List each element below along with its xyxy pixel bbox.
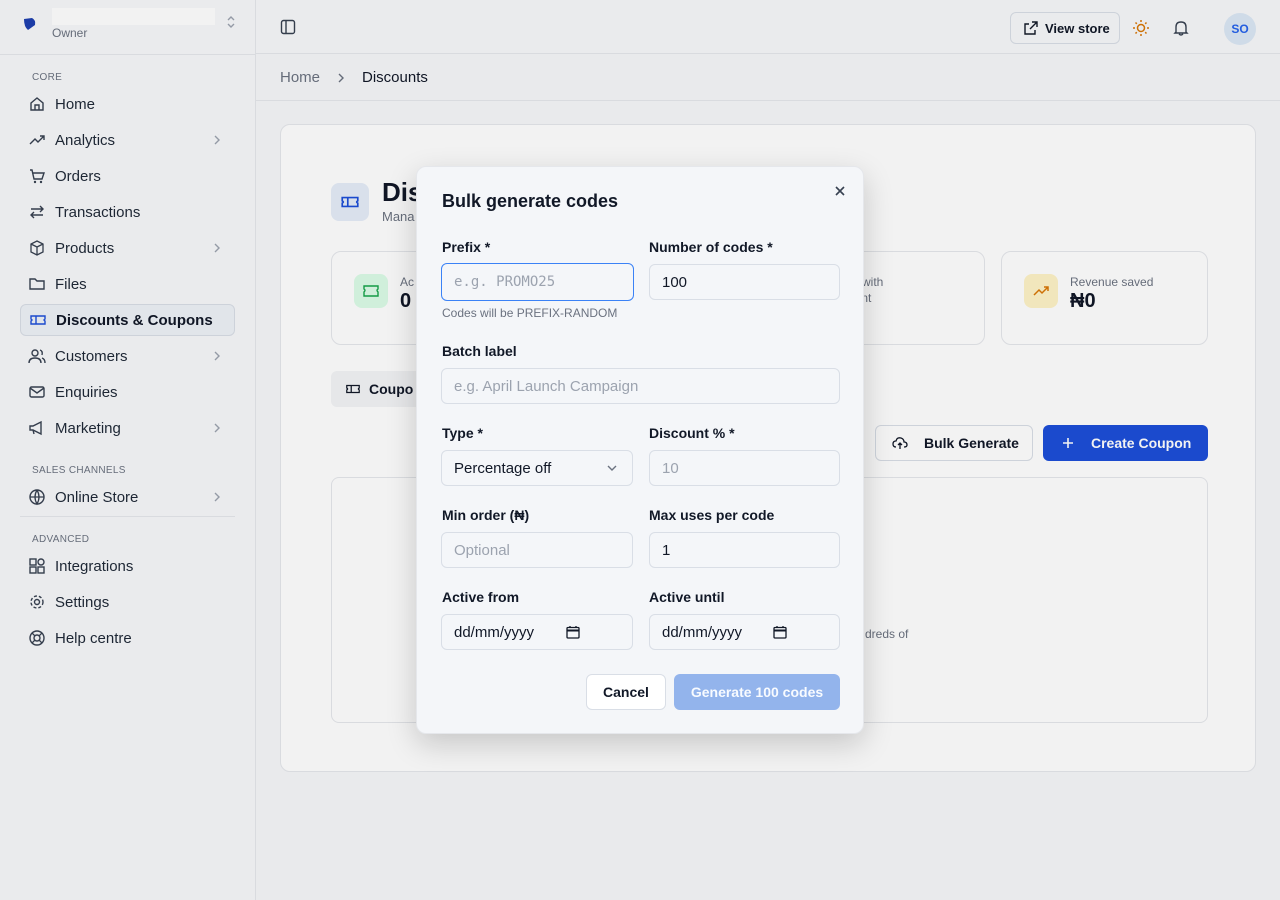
generate-codes-button[interactable]: Generate 100 codes <box>674 674 840 710</box>
number-of-codes-input[interactable]: 100 <box>649 264 840 300</box>
active-from-label: Active from <box>442 589 520 605</box>
batch-label-label: Batch label <box>442 343 517 359</box>
max-uses-input[interactable]: 1 <box>649 532 840 568</box>
number-of-codes-value: 100 <box>662 273 688 291</box>
number-of-codes-label: Number of codes * <box>649 239 773 255</box>
close-icon[interactable] <box>833 184 847 198</box>
calendar-icon[interactable] <box>566 625 580 639</box>
min-order-input[interactable]: Optional <box>441 532 633 568</box>
bulk-generate-dialog: Bulk generate codes Prefix * e.g. PROMO2… <box>416 166 864 734</box>
max-uses-label: Max uses per code <box>649 507 775 523</box>
max-uses-value: 1 <box>662 541 671 559</box>
calendar-icon[interactable] <box>773 625 787 639</box>
dialog-title: Bulk generate codes <box>442 191 619 211</box>
discount-percent-placeholder: 10 <box>662 459 679 477</box>
prefix-placeholder: e.g. PROMO25 <box>454 274 556 290</box>
chevron-down-icon <box>607 465 617 471</box>
type-label: Type * <box>442 425 483 441</box>
type-select-value: Percentage off <box>454 459 552 477</box>
discount-percent-input[interactable]: 10 <box>649 450 840 486</box>
discount-percent-label: Discount % * <box>649 425 735 441</box>
active-until-value: dd/mm/yyyy <box>662 623 743 641</box>
prefix-input[interactable]: e.g. PROMO25 <box>441 263 634 301</box>
prefix-hint: Codes will be PREFIX-RANDOM <box>442 306 618 320</box>
cancel-button[interactable]: Cancel <box>586 674 666 710</box>
active-from-value: dd/mm/yyyy <box>454 623 535 641</box>
batch-label-input[interactable]: e.g. April Launch Campaign <box>441 368 840 404</box>
active-from-date-input[interactable]: dd/mm/yyyy <box>441 614 633 650</box>
prefix-label: Prefix * <box>442 239 491 255</box>
batch-label-placeholder: e.g. April Launch Campaign <box>454 377 639 395</box>
min-order-label: Min order (₦) <box>442 507 530 523</box>
active-until-date-input[interactable]: dd/mm/yyyy <box>649 614 840 650</box>
type-select[interactable]: Percentage off <box>441 450 633 486</box>
min-order-placeholder: Optional <box>454 541 510 559</box>
active-until-label: Active until <box>649 589 725 605</box>
